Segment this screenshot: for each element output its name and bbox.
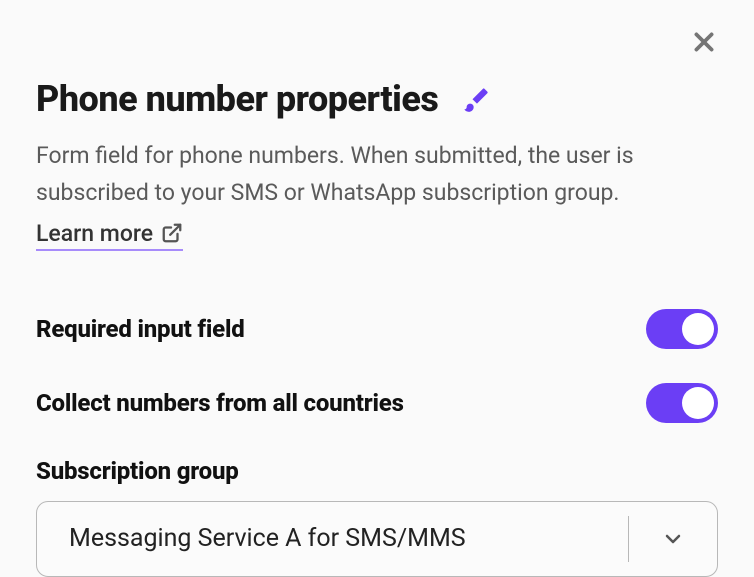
toggle-knob: [682, 313, 714, 345]
required-field-row: Required input field: [36, 309, 718, 349]
page-title: Phone number properties: [36, 78, 438, 120]
external-link-icon: [161, 222, 183, 244]
subscription-group-value: Messaging Service A for SMS/MMS: [37, 502, 628, 576]
required-field-label: Required input field: [36, 315, 245, 343]
collect-all-countries-row: Collect numbers from all countries: [36, 383, 718, 423]
learn-more-link[interactable]: Learn more: [36, 220, 183, 251]
subscription-group-select[interactable]: Messaging Service A for SMS/MMS: [36, 501, 718, 577]
close-button[interactable]: [688, 28, 720, 60]
collect-all-countries-toggle[interactable]: [646, 383, 718, 423]
brush-icon: [462, 85, 490, 113]
collect-all-countries-label: Collect numbers from all countries: [36, 389, 404, 417]
required-field-toggle[interactable]: [646, 309, 718, 349]
description-text: Form field for phone numbers. When submi…: [36, 138, 718, 212]
close-icon: [691, 29, 717, 59]
chevron-down-icon: [629, 502, 717, 576]
learn-more-label: Learn more: [36, 220, 153, 247]
toggle-knob: [682, 387, 714, 419]
subscription-group-label: Subscription group: [36, 457, 718, 485]
